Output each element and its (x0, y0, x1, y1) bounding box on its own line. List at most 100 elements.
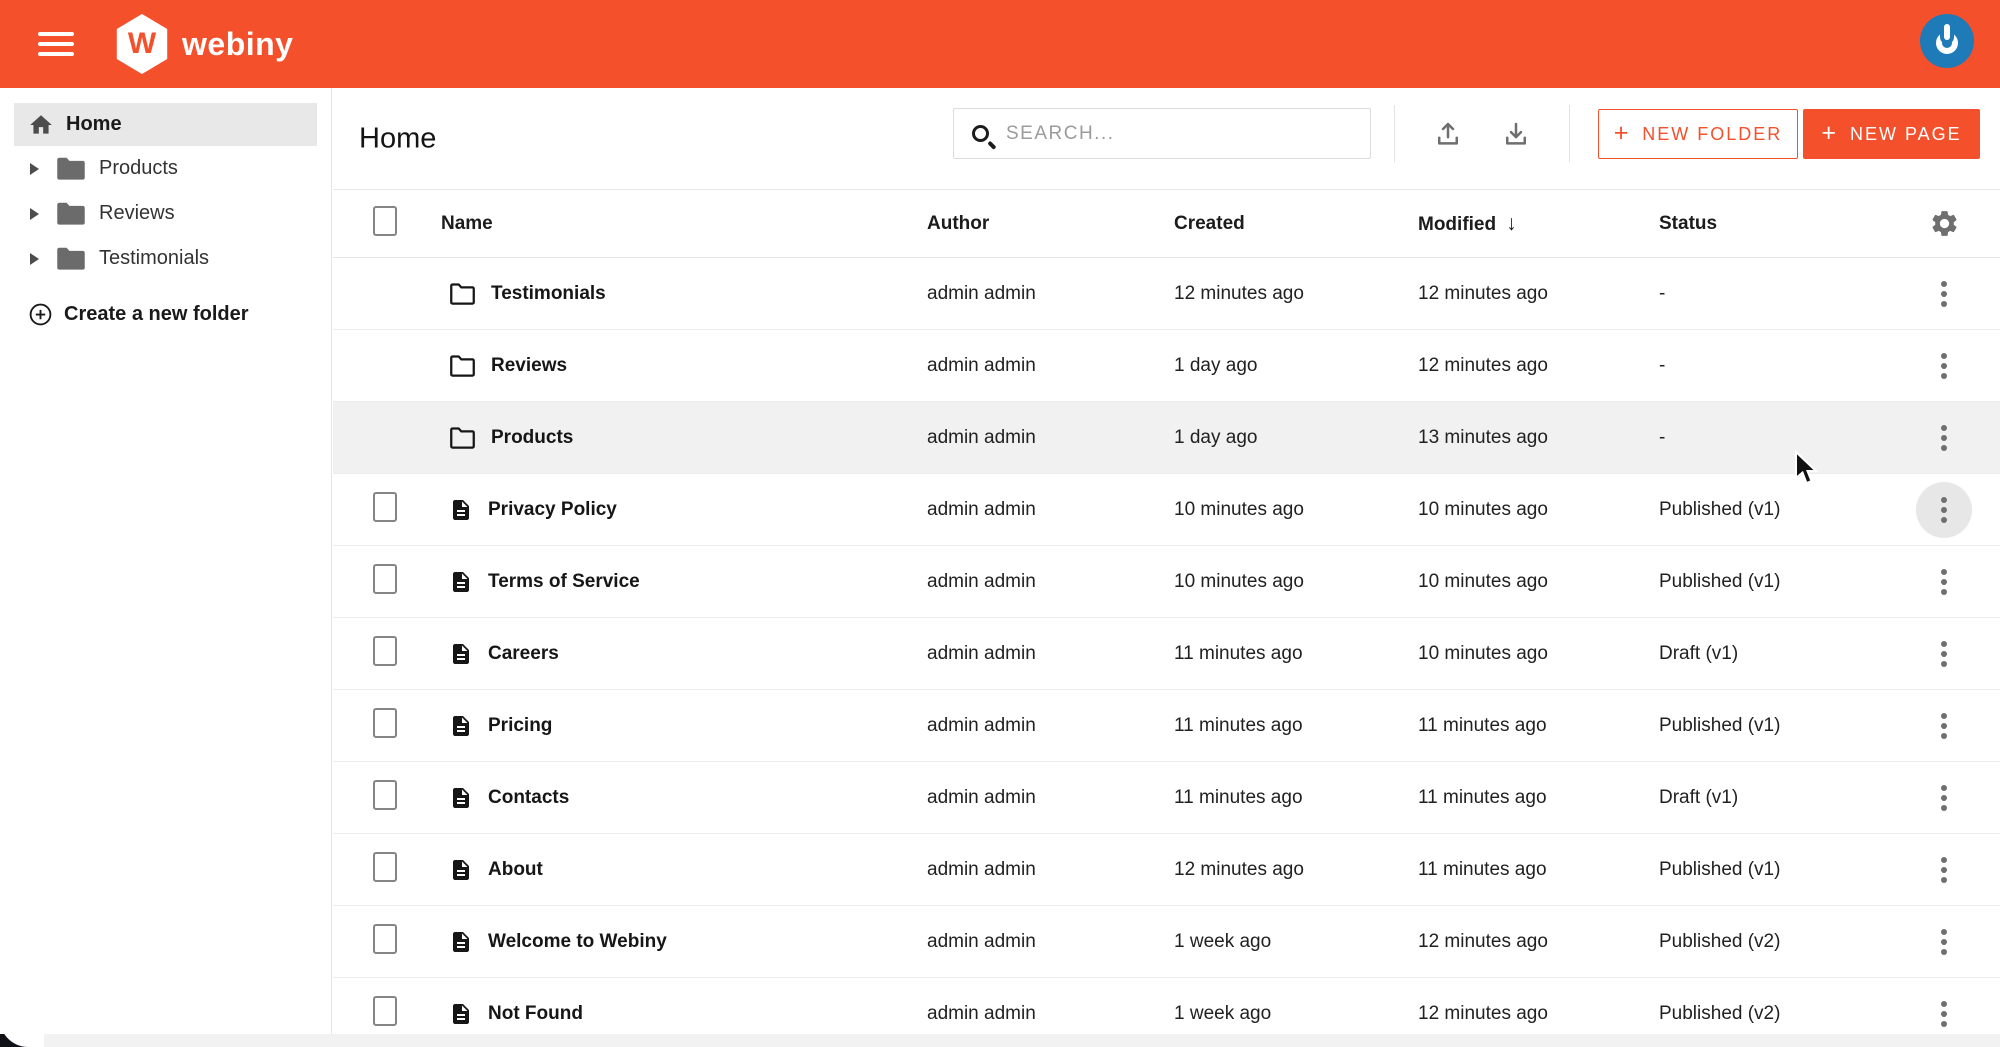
table-row[interactable]: Testimonials admin admin 12 minutes ago … (333, 258, 2000, 330)
column-header-name[interactable]: Name (441, 213, 927, 235)
row-name[interactable]: Privacy Policy (488, 499, 617, 521)
row-menu-kebab-icon[interactable] (1916, 481, 1972, 538)
create-new-folder-button[interactable]: Create a new folder (0, 294, 331, 334)
row-checkbox[interactable] (373, 780, 397, 810)
folder-icon (449, 354, 476, 378)
table-body: Testimonials admin admin 12 minutes ago … (333, 258, 2000, 1034)
sidebar-item-products[interactable]: Products (0, 146, 331, 191)
column-header-modified[interactable]: Modified ↓ (1418, 212, 1659, 236)
column-header-created[interactable]: Created (1174, 213, 1418, 235)
row-checkbox[interactable] (373, 492, 397, 522)
row-checkbox[interactable] (373, 924, 397, 954)
sidebar-item-reviews[interactable]: Reviews (0, 191, 331, 236)
search-icon (972, 125, 989, 142)
row-name[interactable]: Reviews (491, 355, 567, 377)
table-row[interactable]: Not Found admin admin 1 week ago 12 minu… (333, 978, 2000, 1034)
row-menu-kebab-icon[interactable] (1916, 626, 1972, 682)
chevron-right-icon[interactable] (30, 207, 39, 220)
brand-wordmark: webiny (182, 25, 294, 62)
row-name[interactable]: Not Found (488, 1003, 583, 1025)
chevron-right-icon[interactable] (30, 252, 39, 265)
row-menu-kebab-icon[interactable] (1916, 986, 1972, 1035)
home-icon (28, 112, 54, 138)
new-page-button[interactable]: + NEW PAGE (1803, 109, 1980, 159)
row-modified: 11 minutes ago (1418, 786, 1547, 808)
download-icon (1506, 122, 1526, 145)
table-row[interactable]: Terms of Service admin admin 10 minutes … (333, 546, 2000, 618)
hamburger-menu-icon[interactable] (38, 22, 82, 66)
row-checkbox[interactable] (373, 564, 397, 594)
row-menu-kebab-icon[interactable] (1916, 770, 1972, 826)
page-icon (449, 569, 473, 595)
row-status: Published (v2) (1659, 930, 1781, 952)
table-row[interactable]: Contacts admin admin 11 minutes ago 11 m… (333, 762, 2000, 834)
row-menu-kebab-icon[interactable] (1916, 266, 1972, 322)
row-name[interactable]: About (488, 859, 543, 881)
row-status: Published (v1) (1659, 498, 1781, 520)
table-settings-button[interactable] (1916, 208, 1972, 239)
table-row[interactable]: Products admin admin 1 day ago 13 minute… (333, 402, 2000, 474)
divider (1394, 105, 1395, 162)
table-row[interactable]: Welcome to Webiny admin admin 1 week ago… (333, 906, 2000, 978)
gear-icon (1931, 211, 1957, 236)
row-author: admin admin (927, 858, 1036, 880)
new-folder-button[interactable]: + NEW FOLDER (1598, 109, 1798, 159)
search-box[interactable] (953, 108, 1371, 159)
divider (1569, 105, 1570, 162)
row-author: admin admin (927, 642, 1036, 664)
row-status: - (1659, 426, 1666, 448)
table-row[interactable]: About admin admin 12 minutes ago 11 minu… (333, 834, 2000, 906)
row-menu-kebab-icon[interactable] (1916, 554, 1972, 610)
import-upload-button[interactable] (1429, 115, 1467, 153)
row-menu-kebab-icon[interactable] (1916, 914, 1972, 970)
search-input[interactable] (1006, 122, 1336, 145)
row-name[interactable]: Pricing (488, 715, 552, 737)
row-menu-kebab-icon[interactable] (1916, 410, 1972, 466)
row-name[interactable]: Welcome to Webiny (488, 931, 667, 953)
user-avatar[interactable] (1920, 14, 1974, 68)
row-menu-kebab-icon[interactable] (1916, 842, 1972, 898)
folder-icon (56, 246, 86, 272)
column-header-status[interactable]: Status (1659, 213, 1916, 235)
select-all-checkbox[interactable] (373, 206, 397, 236)
folder-icon (56, 201, 86, 227)
column-header-author[interactable]: Author (927, 213, 1174, 235)
sidebar-item-home[interactable]: Home (14, 103, 317, 146)
page-icon (449, 1001, 473, 1027)
table-row[interactable]: Reviews admin admin 1 day ago 12 minutes… (333, 330, 2000, 402)
create-folder-label: Create a new folder (64, 302, 249, 325)
row-name[interactable]: Products (491, 427, 573, 449)
chevron-right-icon[interactable] (30, 162, 39, 175)
row-status: - (1659, 282, 1666, 304)
page-icon (449, 641, 473, 667)
row-name[interactable]: Testimonials (491, 283, 606, 305)
row-name[interactable]: Terms of Service (488, 571, 640, 593)
row-author: admin admin (927, 786, 1036, 808)
row-menu-kebab-icon[interactable] (1916, 338, 1972, 394)
row-menu-kebab-icon[interactable] (1916, 698, 1972, 754)
row-created: 1 day ago (1174, 354, 1258, 376)
table-row[interactable]: Pricing admin admin 11 minutes ago 11 mi… (333, 690, 2000, 762)
row-modified: 11 minutes ago (1418, 858, 1547, 880)
row-status: Draft (v1) (1659, 786, 1739, 808)
row-status: - (1659, 354, 1666, 376)
export-download-button[interactable] (1497, 115, 1535, 153)
row-author: admin admin (927, 714, 1036, 736)
table-row[interactable]: Privacy Policy admin admin 10 minutes ag… (333, 474, 2000, 546)
row-created: 11 minutes ago (1174, 714, 1303, 736)
row-name[interactable]: Contacts (488, 787, 569, 809)
content-header: Home + NEW FOLDER + NEW PAGE (333, 88, 2000, 190)
row-modified: 13 minutes ago (1418, 426, 1548, 448)
row-modified: 12 minutes ago (1418, 1002, 1548, 1024)
row-checkbox[interactable] (373, 996, 397, 1026)
row-status: Draft (v1) (1659, 642, 1739, 664)
row-created: 10 minutes ago (1174, 498, 1304, 520)
row-name[interactable]: Careers (488, 643, 559, 665)
row-checkbox[interactable] (373, 852, 397, 882)
sidebar-item-testimonials[interactable]: Testimonials (0, 236, 331, 281)
bottom-strip (0, 1034, 2000, 1047)
row-checkbox[interactable] (373, 636, 397, 666)
row-checkbox[interactable] (373, 708, 397, 738)
new-folder-label: NEW FOLDER (1642, 123, 1783, 144)
table-row[interactable]: Careers admin admin 11 minutes ago 10 mi… (333, 618, 2000, 690)
